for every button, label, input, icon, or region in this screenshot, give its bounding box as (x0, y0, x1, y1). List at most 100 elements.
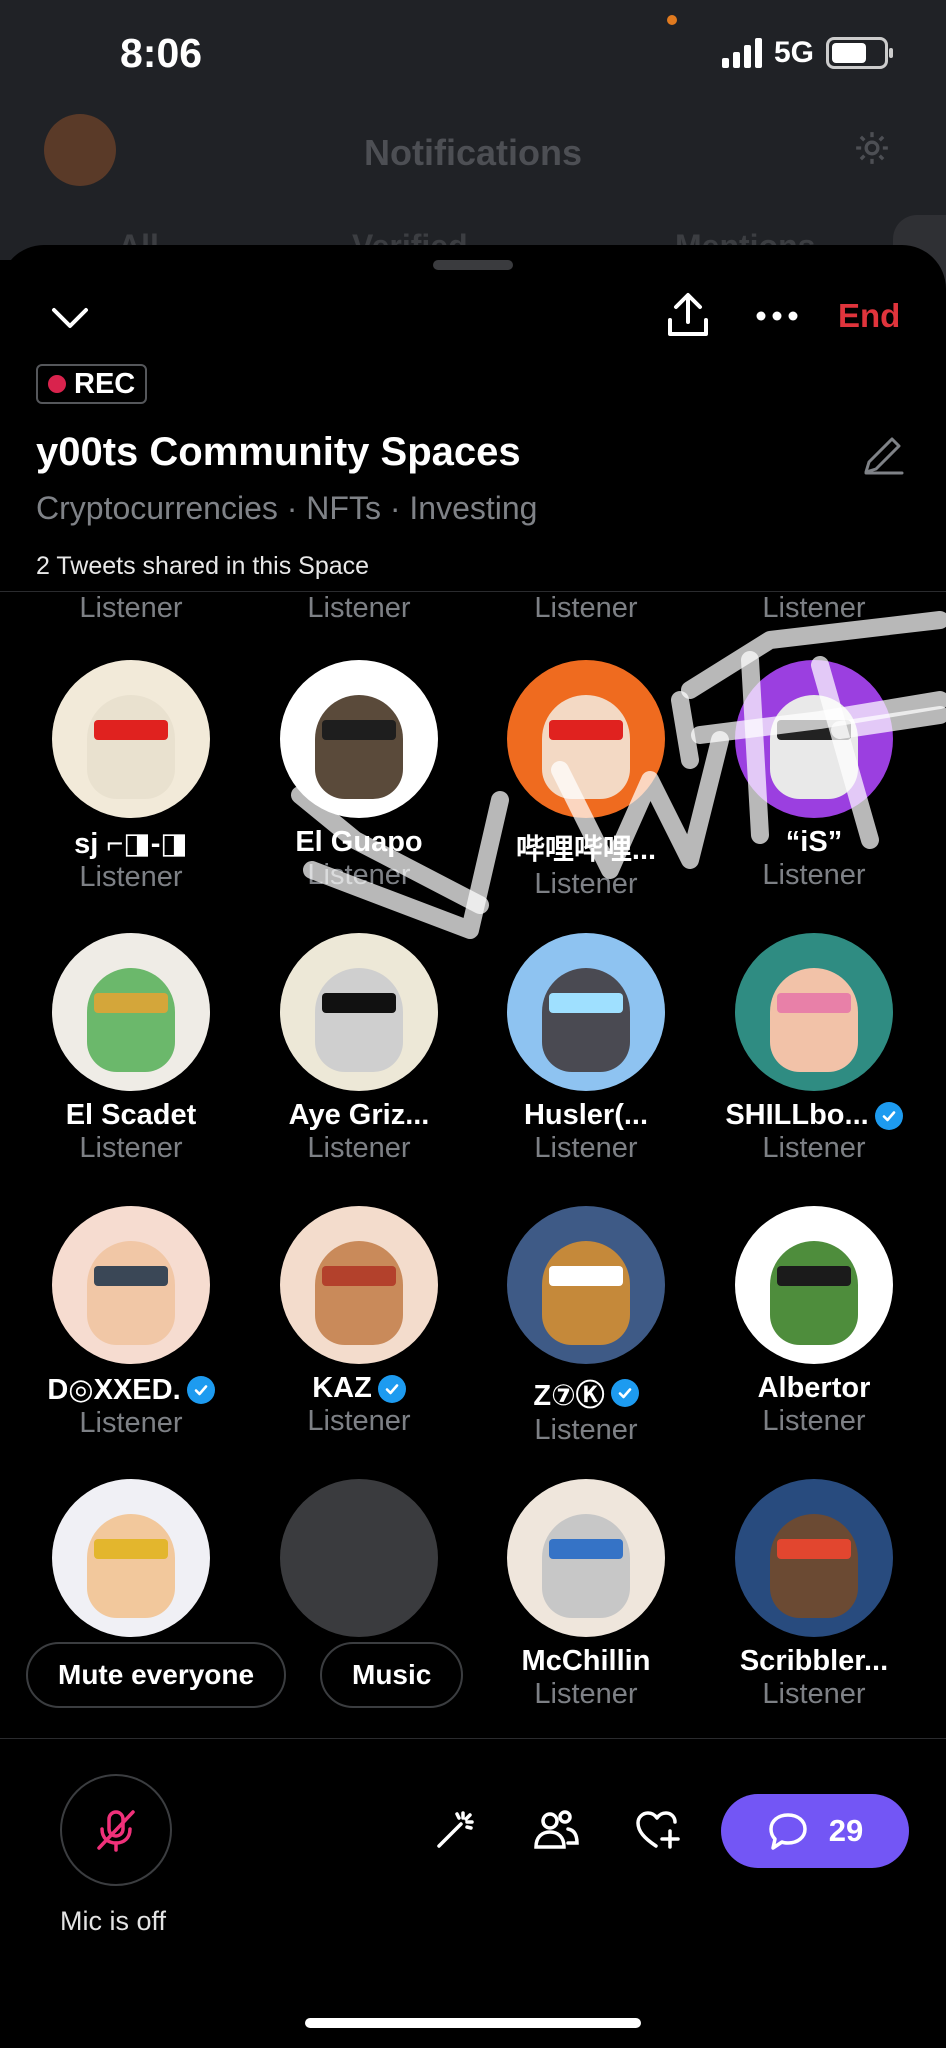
avatar-accessory (322, 1266, 396, 1287)
avatar-figure (87, 694, 175, 799)
participant-role: Listener (79, 861, 183, 893)
tweets-shared-link[interactable]: 2 Tweets shared in this Space (36, 552, 369, 581)
participant-role: Listener (534, 1678, 638, 1710)
avatar-figure (87, 1240, 175, 1345)
participant[interactable]: McChillin Listener (472, 1479, 700, 1711)
avatar-accessory (322, 720, 396, 741)
participant-avatar[interactable] (280, 660, 438, 818)
participant-name-text: KAZ (312, 1372, 372, 1404)
participant-avatar[interactable] (52, 1206, 210, 1364)
participant[interactable]: Scribbler... Listener (700, 1479, 928, 1711)
participant-role: Listener (307, 1405, 411, 1437)
participant[interactable]: “iS” Listener (700, 660, 928, 892)
participant-avatar[interactable] (52, 660, 210, 818)
mic-status-label: Mic is off (60, 1906, 167, 1936)
avatar-figure (315, 694, 403, 799)
participant[interactable]: 哔哩哔哩... Listener (472, 660, 700, 901)
magic-wand-icon (437, 1811, 474, 1848)
participant[interactable]: KAZ Listener (245, 1206, 473, 1438)
participant-name: Aye Griz... (245, 1099, 473, 1132)
participant[interactable] (17, 1479, 245, 1645)
participant[interactable]: El Guapo Listener (245, 660, 473, 892)
battery-icon (826, 37, 893, 69)
mic-toggle-button[interactable] (60, 1774, 172, 1886)
home-indicator[interactable] (305, 2018, 641, 2028)
participant-name-text: 哔哩哔哩... (515, 834, 657, 866)
share-button[interactable] (665, 290, 711, 340)
participant-avatar[interactable] (507, 1206, 665, 1364)
participant[interactable]: D◎XXED. Listener (17, 1206, 245, 1440)
more-button[interactable] (754, 306, 800, 326)
effects-button[interactable] (429, 1804, 481, 1856)
participant-role: Listener (534, 1414, 638, 1446)
comment-icon (769, 1813, 807, 1850)
participant-name-text: D◎XXED. (47, 1374, 181, 1406)
avatar-figure (770, 1513, 858, 1618)
participant-role: Listener (79, 1407, 183, 1439)
verified-badge-icon (610, 1379, 639, 1407)
participant-avatar[interactable] (735, 1206, 893, 1364)
participant-name-text: Husler(... (523, 1099, 649, 1131)
avatar-accessory (322, 993, 396, 1014)
comments-button[interactable]: 29 (721, 1794, 909, 1868)
participant-avatar[interactable] (507, 660, 665, 818)
participant[interactable]: El Scadet Listener (17, 933, 245, 1165)
participant-avatar[interactable] (280, 933, 438, 1091)
participant-name: El Scadet (17, 1099, 245, 1132)
more-icon (756, 311, 798, 321)
participant[interactable]: Z⑦Ⓚ Listener (472, 1206, 700, 1447)
participant-avatar[interactable] (52, 1479, 210, 1637)
participant-name-text: sj ⌐◨-◨ (74, 828, 188, 860)
privacy-indicator-dot (667, 15, 677, 25)
participant-role: Listener (79, 1132, 183, 1164)
mic-off-icon (97, 1810, 135, 1852)
mute-everyone-button[interactable]: Mute everyone (26, 1642, 287, 1708)
participant-role: Listener (534, 592, 638, 624)
people-button[interactable] (530, 1804, 582, 1856)
sheet-grabber[interactable] (433, 260, 513, 270)
participant-role: Listener (762, 1678, 866, 1710)
participant-avatar[interactable] (507, 933, 665, 1091)
participant-avatar[interactable] (280, 1479, 438, 1637)
space-title: y00ts Community Spaces (36, 430, 521, 474)
divider (0, 1738, 946, 1739)
verified-badge-icon (874, 1101, 903, 1130)
participant[interactable]: sj ⌐◨-◨ Listener (17, 660, 245, 894)
pencil-icon (864, 437, 904, 475)
participant[interactable]: Aye Griz... Listener (245, 933, 473, 1165)
recording-badge: REC (36, 364, 148, 404)
rec-label: REC (74, 367, 136, 400)
participant-avatar[interactable] (280, 1206, 438, 1364)
react-button[interactable] (632, 1804, 684, 1856)
participant-avatar[interactable] (735, 933, 893, 1091)
gear-icon (856, 132, 888, 164)
verified-badge-icon (186, 1375, 215, 1404)
participant-name: sj ⌐◨-◨ (17, 826, 245, 861)
music-button[interactable]: Music (320, 1642, 464, 1708)
participant-name-text: SHILLbo... (725, 1099, 869, 1131)
participant[interactable]: Albertor Listener (700, 1206, 928, 1438)
participant-avatar[interactable] (507, 1479, 665, 1637)
participant-avatar[interactable] (52, 933, 210, 1091)
avatar-accessory (549, 1539, 623, 1560)
participant[interactable]: SHILLbo... Listener (700, 933, 928, 1165)
participant-avatar[interactable] (735, 660, 893, 818)
edit-space-button[interactable] (860, 432, 906, 478)
participant[interactable]: Husler(... Listener (472, 933, 700, 1165)
end-space-button[interactable]: End (838, 297, 900, 335)
participant-role: Listener (79, 592, 183, 624)
collapse-button[interactable] (48, 298, 92, 338)
avatar-accessory (549, 1266, 623, 1287)
record-dot-icon (48, 375, 66, 393)
avatar-figure (87, 967, 175, 1072)
participant-name-text: McChillin (521, 1645, 651, 1677)
participant-name: McChillin (472, 1645, 700, 1678)
avatar-accessory (777, 993, 851, 1014)
participant-avatar[interactable] (735, 1479, 893, 1637)
participant-name: Scribbler... (700, 1645, 928, 1678)
avatar-accessory (94, 720, 168, 741)
avatar-figure (542, 694, 630, 799)
participant-role: Listener (534, 1132, 638, 1164)
notifications-title: Notifications (363, 132, 582, 173)
chevron-down-icon (52, 308, 88, 328)
